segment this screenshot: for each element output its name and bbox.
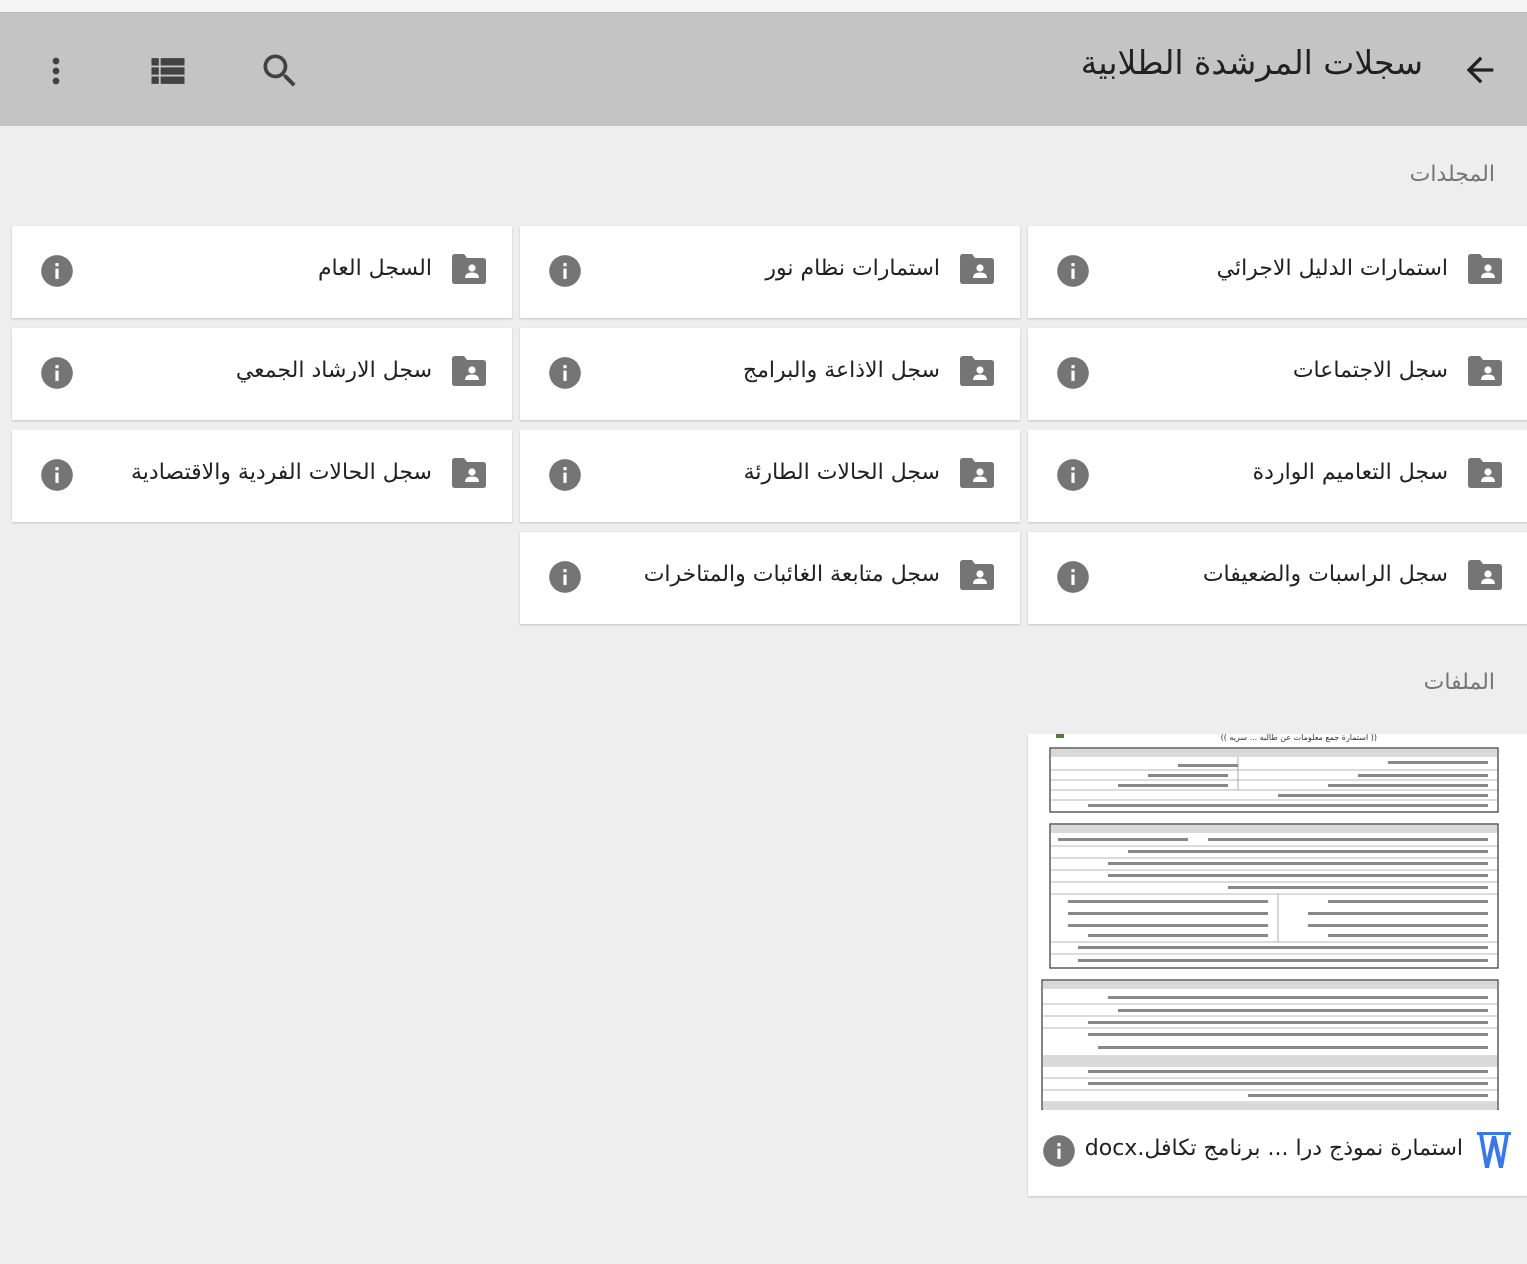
folder-info-icon[interactable]	[546, 354, 584, 392]
folder-label: استمارات الدليل الاجرائي	[1216, 256, 1448, 281]
folder-card[interactable]: استمارات الدليل الاجرائي	[1028, 226, 1527, 318]
files-section-label: الملفات	[1423, 670, 1495, 695]
thumbnail-doc-title: (( استمارة جمع معلومات عن طالبه ... سريه…	[1220, 734, 1377, 742]
shared-folder-icon	[960, 560, 994, 590]
file-name: استمارة نموذج درا ... برنامج تكافل.docx	[1084, 1136, 1463, 1161]
folder-info-icon[interactable]	[546, 456, 584, 494]
folder-card[interactable]: السجل العام	[12, 226, 512, 318]
shared-folder-icon	[1468, 254, 1502, 284]
folder-label: سجل الحالات الفردية والاقتصادية	[131, 460, 432, 485]
more-vert-icon	[52, 57, 60, 85]
folder-card[interactable]: سجل الحالات الفردية والاقتصادية	[12, 430, 512, 522]
folder-info-icon[interactable]	[1054, 558, 1092, 596]
shared-folder-icon	[960, 356, 994, 386]
shared-folder-icon	[452, 356, 486, 386]
folder-label: سجل متابعة الغائبات والمتاخرات	[643, 562, 940, 587]
list-view-icon	[151, 58, 185, 84]
folder-label: سجل الحالات الطارئة	[743, 460, 940, 485]
folder-info-icon[interactable]	[1054, 252, 1092, 290]
folder-label: سجل الارشاد الجمعي	[235, 358, 432, 383]
file-thumbnail: (( استمارة جمع معلومات عن طالبه ... سريه…	[1028, 734, 1527, 1110]
folder-info-icon[interactable]	[1054, 354, 1092, 392]
shared-folder-icon	[452, 254, 486, 284]
shared-folder-icon	[1468, 560, 1502, 590]
folder-card[interactable]: سجل الحالات الطارئة	[520, 430, 1020, 522]
back-button[interactable]	[1455, 47, 1505, 93]
folders-section-label: المجلدات	[1409, 162, 1495, 187]
shared-folder-icon	[1468, 356, 1502, 386]
folder-label: سجل الاذاعة والبرامج	[742, 358, 940, 383]
shared-folder-icon	[960, 458, 994, 488]
shared-folder-icon	[960, 254, 994, 284]
back-arrow-icon	[1466, 56, 1494, 84]
more-options-button[interactable]	[36, 45, 76, 97]
word-doc-icon	[1477, 1132, 1511, 1170]
folder-info-icon[interactable]	[38, 456, 76, 494]
search-icon	[263, 54, 296, 87]
app-bar: سجلات المرشدة الطلابية	[0, 13, 1527, 126]
list-view-button[interactable]	[140, 45, 196, 97]
folder-info-icon[interactable]	[546, 252, 584, 290]
folder-info-icon[interactable]	[1054, 456, 1092, 494]
folder-card[interactable]: سجل الارشاد الجمعي	[12, 328, 512, 420]
folder-card[interactable]: سجل الاجتماعات	[1028, 328, 1527, 420]
folder-card[interactable]: سجل متابعة الغائبات والمتاخرات	[520, 532, 1020, 624]
shared-folder-icon	[1468, 458, 1502, 488]
folder-card[interactable]: سجل الراسبات والضعيفات	[1028, 532, 1527, 624]
folder-card[interactable]: سجل الاذاعة والبرامج	[520, 328, 1020, 420]
page-title: سجلات المرشدة الطلابية	[1080, 43, 1423, 82]
folder-card[interactable]: سجل التعاميم الواردة	[1028, 430, 1527, 522]
folder-label: السجل العام	[317, 256, 432, 281]
file-card[interactable]: (( استمارة جمع معلومات عن طالبه ... سريه…	[1028, 734, 1527, 1196]
search-button[interactable]	[252, 45, 308, 97]
folder-info-icon[interactable]	[38, 354, 76, 392]
file-info-icon[interactable]	[1040, 1132, 1078, 1170]
status-strip	[0, 0, 1527, 13]
document-preview-graphic	[1028, 734, 1527, 1110]
folder-label: سجل التعاميم الواردة	[1252, 460, 1448, 485]
folder-label: سجل الراسبات والضعيفات	[1202, 562, 1448, 587]
folder-card[interactable]: استمارات نظام نور	[520, 226, 1020, 318]
folder-label: سجل الاجتماعات	[1292, 358, 1448, 383]
folder-label: استمارات نظام نور	[765, 256, 940, 281]
shared-folder-icon	[452, 458, 486, 488]
folder-info-icon[interactable]	[546, 558, 584, 596]
folder-info-icon[interactable]	[38, 252, 76, 290]
